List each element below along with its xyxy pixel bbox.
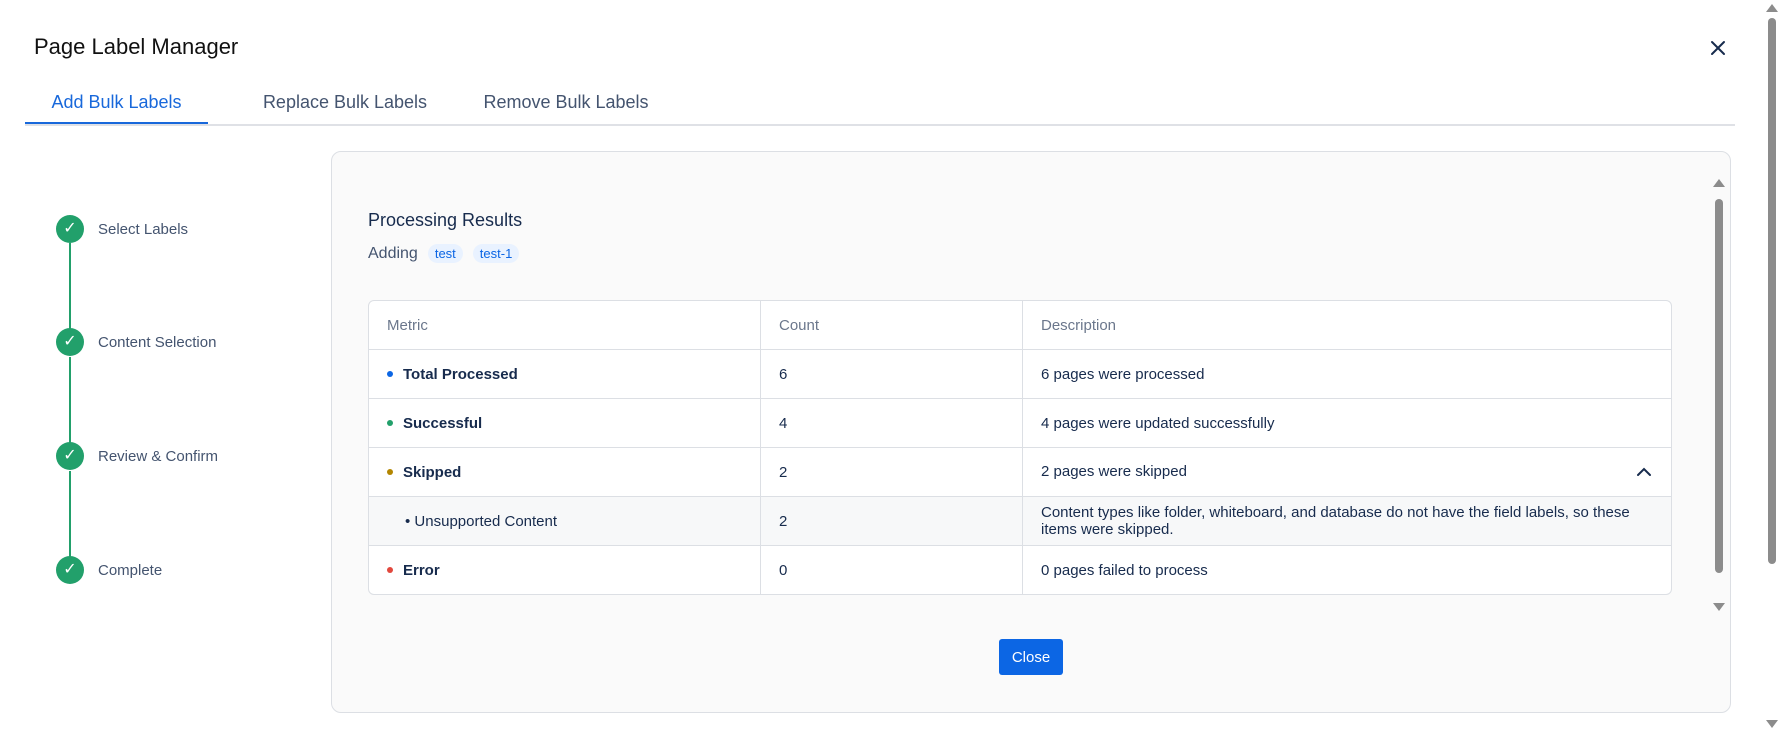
step-connector <box>69 471 71 557</box>
step-content-selection: ✓ Content Selection <box>56 328 216 356</box>
metric-label: Error <box>403 561 440 579</box>
panel-scrollbar[interactable] <box>1712 175 1726 615</box>
label-chip: test-1 <box>472 244 520 263</box>
count-cell: 2 <box>761 448 1023 497</box>
table-subrow: • Unsupported Content 2 Content types li… <box>369 497 1671 546</box>
step-label: Complete <box>98 561 163 579</box>
description-cell: 0 pages failed to process <box>1041 561 1208 579</box>
description-cell: 4 pages were updated successfully <box>1023 399 1671 448</box>
step-review-confirm: ✓ Review & Confirm <box>56 442 218 470</box>
metric-cell: • Unsupported Content <box>369 497 761 546</box>
adding-label: Adding <box>368 244 418 262</box>
metric-label: Total Processed <box>403 365 518 383</box>
metric-label: Successful <box>403 414 483 432</box>
results-table: Metric Count Description Total Processed… <box>368 300 1672 595</box>
status-dot <box>387 371 393 377</box>
metric-cell: Error <box>369 546 761 594</box>
check-icon: ✓ <box>56 556 84 584</box>
table-row: Skipped 2 2 pages were skipped <box>369 448 1671 497</box>
table-row: Successful 4 4 pages were updated succes… <box>369 399 1671 448</box>
table-row: Total Processed 6 6 pages were processed <box>369 350 1671 399</box>
table-row: Error 0 0 pages failed to process <box>369 546 1671 594</box>
chevron-up-icon[interactable] <box>1635 463 1653 481</box>
metric-cell: Skipped <box>369 448 761 497</box>
step-label: Review & Confirm <box>98 447 219 465</box>
results-panel: Processing Results Adding test test-1 Me… <box>331 151 1731 713</box>
table-header-row: Metric Count Description <box>369 301 1671 350</box>
description-cell: 6 pages were processed <box>1023 350 1671 399</box>
step-label: Select Labels <box>98 220 189 238</box>
count-cell: 0 <box>761 546 1023 594</box>
label-chip: test <box>427 244 463 263</box>
description-text: 2 pages were skipped <box>1041 463 1187 480</box>
check-icon: ✓ <box>56 215 84 243</box>
tab-add-bulk-labels[interactable]: Add Bulk Labels <box>25 84 208 124</box>
step-connector <box>69 357 71 443</box>
column-header-metric: Metric <box>369 301 761 350</box>
step-select-labels: ✓ Select Labels <box>56 215 188 243</box>
metric-cell: Successful <box>369 399 761 448</box>
status-dot <box>387 567 393 573</box>
page-scrollbar[interactable] <box>1764 0 1780 736</box>
status-dot <box>387 469 393 475</box>
step-complete: ✓ Complete <box>56 556 162 584</box>
tab-remove-bulk-labels[interactable]: Remove Bulk Labels <box>477 84 655 124</box>
close-icon[interactable] <box>1706 36 1730 60</box>
metric-cell: Total Processed <box>369 350 761 399</box>
adding-labels: Adding test test-1 <box>368 244 520 263</box>
results-title: Processing Results <box>368 210 523 230</box>
check-icon: ✓ <box>56 328 84 356</box>
check-icon: ✓ <box>56 442 84 470</box>
description-cell: Content types like folder, whiteboard, a… <box>1023 497 1671 546</box>
metric-label: Skipped <box>403 463 462 481</box>
metric-label: Unsupported Content <box>414 512 558 530</box>
column-header-description: Description <box>1023 301 1671 350</box>
step-connector <box>69 243 71 329</box>
count-cell: 4 <box>761 399 1023 448</box>
tab-replace-bulk-labels[interactable]: Replace Bulk Labels <box>255 84 435 124</box>
column-header-count: Count <box>761 301 1023 350</box>
count-cell: 2 <box>761 497 1023 546</box>
close-button[interactable]: Close <box>999 639 1063 675</box>
count-cell: 6 <box>761 350 1023 399</box>
description-cell: 2 pages were skipped <box>1023 448 1671 497</box>
page-title: Page Label Manager <box>34 34 239 59</box>
step-label: Content Selection <box>98 333 217 351</box>
status-dot <box>387 420 393 426</box>
tab-bar: Add Bulk Labels Replace Bulk Labels Remo… <box>25 84 1735 126</box>
